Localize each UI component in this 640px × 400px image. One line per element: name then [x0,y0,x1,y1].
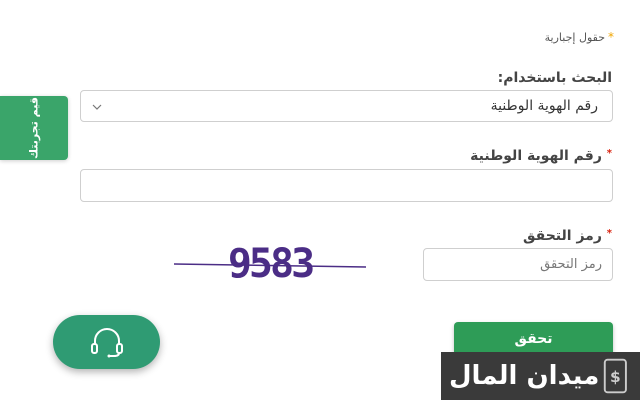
rate-experience-label: قيم تجربتك [27,97,41,159]
national-id-label-text: رقم الهوية الوطنية [470,148,602,164]
required-fields-note: * حقول إجبارية [545,30,614,44]
headset-icon [91,328,123,358]
captcha-code: 9583 [228,244,313,284]
watermark-banner: ميدان المال $ [441,352,640,400]
captcha-image: 9583 [173,244,367,284]
captcha-input[interactable] [423,248,613,281]
captcha-label: * رمز التحقق [523,228,612,244]
search-by-selected-value: رقم الهوية الوطنية [490,98,598,114]
required-fields-text: حقول إجبارية [544,30,605,44]
dollar-mobile-icon: $ [604,358,628,394]
required-star: * [606,148,612,159]
search-by-select[interactable]: رقم الهوية الوطنية [80,90,613,122]
captcha-label-text: رمز التحقق [523,228,602,244]
required-star: * [606,228,612,239]
support-chat-button[interactable] [53,315,160,369]
verify-button[interactable]: تحقق [454,322,613,356]
national-id-label: * رقم الهوية الوطنية [470,148,612,164]
search-by-label: البحث باستخدام: [497,70,612,86]
rate-experience-tab[interactable]: قيم تجربتك [0,96,68,160]
national-id-input[interactable] [80,169,613,202]
watermark-text: ميدان المال [449,361,600,391]
required-star: * [608,30,614,44]
chevron-down-icon [92,104,102,110]
svg-text:$: $ [610,368,621,386]
